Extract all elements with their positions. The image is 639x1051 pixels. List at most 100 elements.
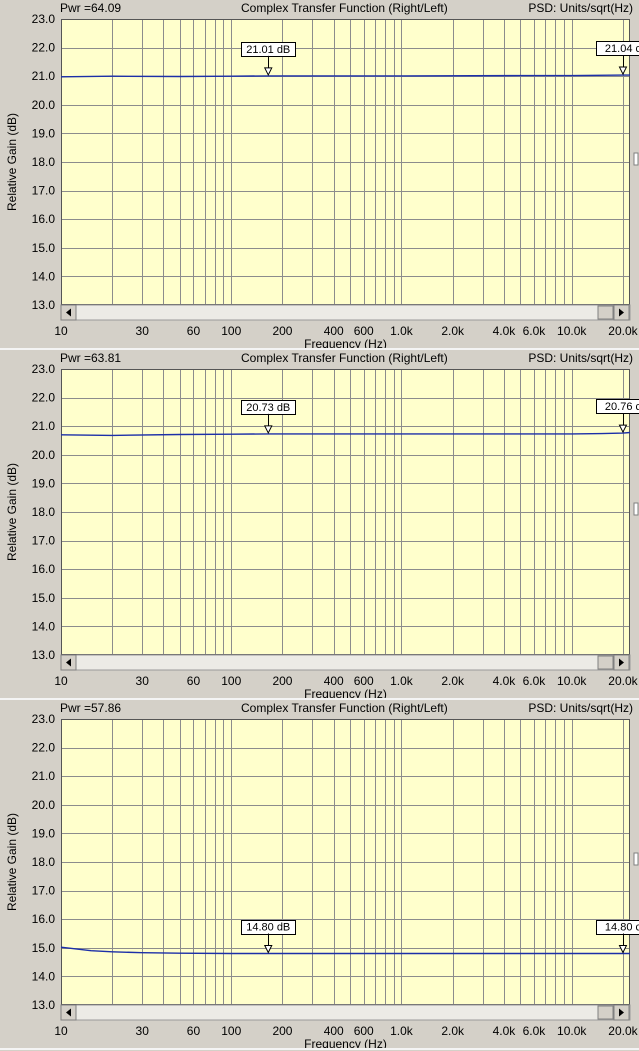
- x-tick-label: 2.0k: [441, 674, 465, 688]
- scroll-right-button[interactable]: [613, 1004, 630, 1021]
- y-tick-label: 21.0: [32, 419, 56, 433]
- scroll-left-button[interactable]: [60, 654, 77, 671]
- side-splitter-handle[interactable]: [633, 152, 639, 166]
- y-tick-label: 21.0: [32, 769, 56, 783]
- x-tick-label: 10.0k: [557, 1024, 587, 1038]
- x-tick-label: 4.0k: [493, 674, 517, 688]
- scrollbar-track[interactable]: [60, 304, 631, 321]
- y-tick-label: 17.0: [32, 884, 56, 898]
- marker-label: 20.76 c: [605, 401, 639, 413]
- scroll-left-button[interactable]: [60, 304, 77, 321]
- x-tick-label: 100: [221, 324, 241, 338]
- x-tick-label: 10: [54, 324, 68, 338]
- y-tick-label: 18.0: [32, 155, 56, 169]
- x-tick-label: 60: [187, 1024, 201, 1038]
- chart-svg: 13.0 14.0 15.0 16.0 17.0 18.0 19.0 20.0 21.0 22.0…: [5, 712, 639, 1050]
- x-tick-label: 1.0k: [390, 324, 414, 338]
- horizontal-scrollbar[interactable]: [60, 1004, 631, 1021]
- scrollbar-thumb[interactable]: [597, 305, 614, 320]
- y-tick-label: 18.0: [32, 505, 56, 519]
- x-tick-label: 1.0k: [390, 1024, 414, 1038]
- chart-panel: Pwr =64.09 Complex Transfer Function (Rig…: [0, 0, 639, 350]
- x-tick-label: 200: [272, 324, 292, 338]
- x-tick-label: 30: [136, 1024, 150, 1038]
- x-tick-label: 6.0k: [523, 1024, 547, 1038]
- marker-label: 14.80 c: [605, 922, 639, 934]
- y-tick-labels: 13.0 14.0 15.0 16.0 17.0 18.0 19.0 20.0 21.0 22.0…: [32, 712, 56, 1012]
- side-splitter-handle[interactable]: [633, 502, 639, 516]
- y-tick-label: 20.0: [32, 448, 56, 462]
- x-tick-label: 400: [324, 674, 344, 688]
- y-tick-label: 20.0: [32, 98, 56, 112]
- y-tick-label: 15.0: [32, 591, 56, 605]
- x-tick-label: 6.0k: [523, 324, 547, 338]
- x-tick-label: 4.0k: [493, 1024, 517, 1038]
- x-tick-label: 4.0k: [493, 324, 517, 338]
- x-tick-label: 6.0k: [523, 674, 547, 688]
- y-tick-label: 18.0: [32, 855, 56, 869]
- scrollbar-track[interactable]: [60, 1004, 631, 1021]
- scrollbar-thumb[interactable]: [597, 1005, 614, 1020]
- y-tick-label: 22.0: [32, 741, 56, 755]
- x-tick-labels: 10 30 60 100 200 400 600 1.0k 2.0k 4.0k 6.0k 10.0k 2…: [54, 324, 638, 338]
- x-tick-label: 2.0k: [441, 1024, 465, 1038]
- y-tick-label: 13.0: [32, 298, 56, 312]
- y-tick-label: 13.0: [32, 648, 56, 662]
- horizontal-scrollbar[interactable]: [60, 304, 631, 321]
- y-tick-label: 15.0: [32, 941, 56, 955]
- y-tick-label: 19.0: [32, 126, 56, 140]
- scrollbar-thumb[interactable]: [597, 655, 614, 670]
- y-tick-label: 13.0: [32, 998, 56, 1012]
- x-tick-label: 100: [221, 674, 241, 688]
- x-tick-label: 1.0k: [390, 674, 414, 688]
- y-tick-label: 16.0: [32, 912, 56, 926]
- y-tick-label: 23.0: [32, 712, 56, 726]
- x-tick-label: 2.0k: [441, 324, 465, 338]
- x-tick-label: 200: [272, 674, 292, 688]
- y-tick-label: 17.0: [32, 534, 56, 548]
- horizontal-scrollbar[interactable]: [60, 654, 631, 671]
- y-tick-label: 19.0: [32, 476, 56, 490]
- x-tick-label: 400: [324, 324, 344, 338]
- scroll-left-button[interactable]: [60, 1004, 77, 1021]
- y-tick-label: 22.0: [32, 41, 56, 55]
- marker-label: 14.80 dB: [246, 922, 290, 934]
- side-splitter-handle[interactable]: [633, 852, 639, 866]
- y-tick-label: 21.0: [32, 69, 56, 83]
- y-tick-label: 16.0: [32, 212, 56, 226]
- x-tick-label: 20.0k: [608, 324, 638, 338]
- x-tick-labels: 10 30 60 100 200 400 600 1.0k 2.0k 4.0k 6.0k 10.0k 2…: [54, 674, 638, 688]
- panel-separator: [0, 1048, 639, 1050]
- y-tick-label: 14.0: [32, 269, 56, 283]
- x-tick-label: 10: [54, 674, 68, 688]
- y-tick-label: 23.0: [32, 12, 56, 26]
- x-tick-label: 100: [221, 1024, 241, 1038]
- chart-panel: Pwr =63.81 Complex Transfer Function (Rig…: [0, 350, 639, 700]
- x-tick-label: 400: [324, 1024, 344, 1038]
- marker-label: 20.73 dB: [246, 402, 290, 414]
- x-tick-label: 20.0k: [608, 1024, 638, 1038]
- y-tick-label: 17.0: [32, 184, 56, 198]
- x-tick-label: 10.0k: [557, 674, 587, 688]
- y-tick-label: 23.0: [32, 362, 56, 376]
- x-tick-label: 600: [354, 324, 374, 338]
- x-tick-label: 60: [187, 324, 201, 338]
- chart-svg: 13.0 14.0 15.0 16.0 17.0 18.0 19.0 20.0 21.0 22.0…: [5, 362, 639, 700]
- y-tick-labels: 13.0 14.0 15.0 16.0 17.0 18.0 19.0 20.0 21.0 22.0…: [32, 362, 56, 662]
- y-tick-label: 14.0: [32, 969, 56, 983]
- x-tick-label: 10: [54, 1024, 68, 1038]
- scroll-right-button[interactable]: [613, 654, 630, 671]
- scroll-right-button[interactable]: [613, 304, 630, 321]
- y-tick-label: 19.0: [32, 826, 56, 840]
- chart-panel: Pwr =57.86 Complex Transfer Function (Rig…: [0, 700, 639, 1050]
- y-axis-label: Relative Gain (dB): [5, 113, 19, 211]
- y-tick-label: 20.0: [32, 798, 56, 812]
- x-tick-label: 600: [354, 674, 374, 688]
- x-tick-label: 60: [187, 674, 201, 688]
- chart-svg: 13.0 14.0 15.0 16.0 17.0 18.0 19.0 20.0 21.0 22.0…: [5, 12, 639, 350]
- marker-label: 21.04 c: [605, 43, 639, 55]
- x-tick-label: 20.0k: [608, 674, 638, 688]
- y-tick-label: 14.0: [32, 619, 56, 633]
- scrollbar-track[interactable]: [60, 654, 631, 671]
- x-tick-label: 10.0k: [557, 324, 587, 338]
